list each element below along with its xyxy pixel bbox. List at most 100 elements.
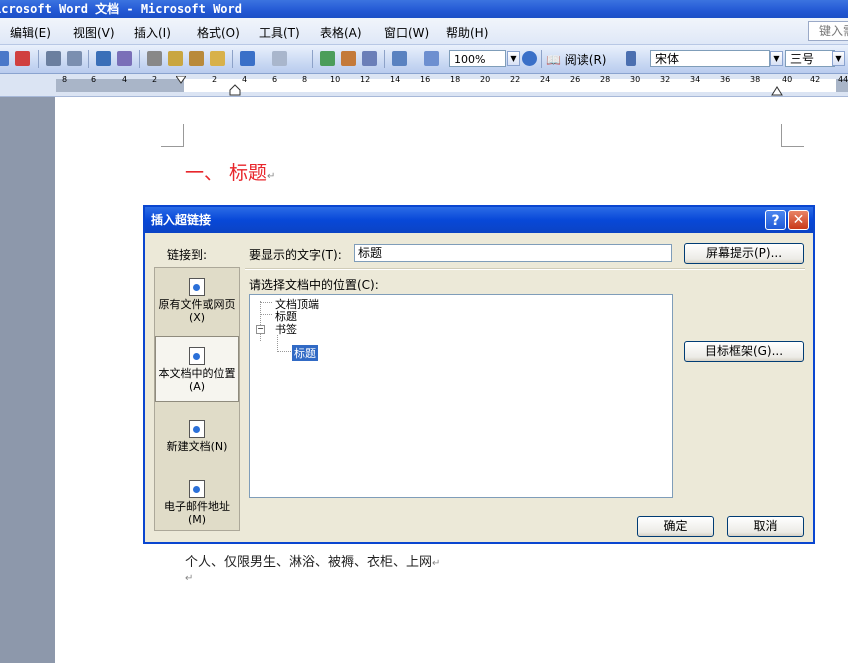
- menu-view[interactable]: 视图(V): [73, 24, 115, 41]
- dialog-title-bar[interactable]: 插入超链接 ? ✕: [145, 207, 813, 233]
- margin-corner-mark: [781, 124, 804, 147]
- screentip-button[interactable]: 屏幕提示(P)...: [684, 243, 804, 264]
- tree-item-bookmarks[interactable]: 书签: [275, 321, 297, 337]
- display-text-input[interactable]: 标题: [354, 244, 672, 262]
- spelling-icon[interactable]: [96, 51, 111, 66]
- insert-table-icon[interactable]: [362, 51, 377, 66]
- link-to-bar: 原有文件或网页(X) 本文档中的位置(A) 新建文档(N) 电子邮件地址(M): [154, 267, 240, 531]
- undo-icon[interactable]: [240, 51, 255, 66]
- ruler-tick: 6: [91, 75, 97, 84]
- ruler-tick: 30: [630, 75, 641, 84]
- ruler-tick: 44: [838, 75, 848, 84]
- ruler-tick: 2: [212, 75, 218, 84]
- ruler-tick: 8: [302, 75, 308, 84]
- empty-paragraph[interactable]: ↵: [185, 573, 193, 584]
- window-title: icrosoft Word 文档 - Microsoft Word: [0, 2, 242, 16]
- redo-icon[interactable]: [272, 51, 287, 66]
- copy-icon[interactable]: [168, 51, 183, 66]
- web-page-icon: [189, 278, 205, 296]
- font-size-select[interactable]: 三号: [785, 50, 835, 67]
- window-title-bar: icrosoft Word 文档 - Microsoft Word: [0, 0, 848, 18]
- permission-icon[interactable]: [15, 51, 30, 66]
- margin-corner-mark: [161, 124, 184, 147]
- paragraph-mark: ↵: [267, 171, 276, 182]
- toolbar-separator: [541, 50, 542, 68]
- tree-line: [277, 351, 291, 352]
- dialog-help-icon[interactable]: ?: [765, 210, 786, 230]
- ruler-tick: 6: [272, 75, 278, 84]
- ruler-tick: 26: [570, 75, 581, 84]
- first-line-indent-marker[interactable]: [176, 76, 186, 85]
- link-to-item-label: 电子邮件地址(M): [164, 500, 230, 526]
- font-dropdown-icon[interactable]: ▼: [770, 51, 783, 66]
- paste-icon[interactable]: [189, 51, 204, 66]
- paragraph-mark: ↵: [432, 558, 441, 569]
- save-icon[interactable]: [0, 51, 9, 66]
- ruler-tick: 40: [782, 75, 793, 84]
- standard-toolbar: 100% ▼ 📖 阅读(R) 宋体 ▼ 三号 ▼: [0, 45, 848, 74]
- ruler-tick: 14: [390, 75, 401, 84]
- zoom-select[interactable]: 100%: [449, 50, 506, 67]
- columns-icon[interactable]: [392, 51, 407, 66]
- drawing-icon[interactable]: [424, 51, 439, 66]
- menu-table[interactable]: 表格(A): [320, 24, 362, 41]
- email-icon: [189, 480, 205, 498]
- hanging-indent-marker[interactable]: [229, 84, 241, 96]
- reading-layout-button[interactable]: 📖 阅读(R): [546, 51, 606, 68]
- tables-borders-icon[interactable]: [341, 51, 356, 66]
- print-preview-icon[interactable]: [67, 51, 82, 66]
- zoom-dropdown-icon[interactable]: ▼: [507, 51, 520, 66]
- ruler-tick: 12: [360, 75, 371, 84]
- link-to-email-address[interactable]: 电子邮件地址(M): [155, 480, 239, 526]
- display-text-label: 要显示的文字(T):: [249, 248, 342, 262]
- tree-line: [260, 314, 272, 315]
- document-body-line[interactable]: 个人、仅限男生、淋浴、被褥、衣柜、上网↵: [185, 551, 440, 570]
- new-document-icon: [189, 420, 205, 438]
- font-name-select[interactable]: 宋体: [650, 50, 770, 67]
- help-search-box[interactable]: 键入需: [808, 21, 848, 41]
- ruler-left-margin: [56, 79, 184, 92]
- menu-edit[interactable]: 编辑(E): [10, 24, 51, 41]
- tree-line: [260, 302, 272, 303]
- link-to-item-label: 新建文档(N): [166, 440, 228, 453]
- ruler-tick: 24: [540, 75, 551, 84]
- menu-window[interactable]: 窗口(W): [384, 24, 429, 41]
- dialog-title: 插入超链接: [151, 213, 212, 227]
- document-heading[interactable]: 一、 标题↵: [185, 158, 275, 185]
- toolbar-separator: [312, 50, 313, 68]
- help-icon[interactable]: [522, 51, 537, 66]
- cut-icon[interactable]: [147, 51, 162, 66]
- dialog-close-icon[interactable]: ✕: [788, 210, 809, 230]
- link-to-place-in-document[interactable]: 本文档中的位置(A): [155, 336, 239, 402]
- toolbar-grip-icon[interactable]: [626, 51, 636, 66]
- ruler-tick: 42: [810, 75, 821, 84]
- ruler-tick: 38: [750, 75, 761, 84]
- link-to-existing-file[interactable]: 原有文件或网页(X): [155, 278, 239, 324]
- menu-format[interactable]: 格式(O): [197, 24, 240, 41]
- body-text: 个人、仅限男生、淋浴、被褥、衣柜、上网: [185, 555, 433, 570]
- research-icon[interactable]: [117, 51, 132, 66]
- menu-help[interactable]: 帮助(H): [446, 24, 488, 41]
- page-left-gutter: [0, 97, 55, 663]
- print-icon[interactable]: [46, 51, 61, 66]
- right-indent-marker[interactable]: [771, 84, 783, 96]
- menu-insert[interactable]: 插入(I): [134, 24, 171, 41]
- tree-item-bookmark-selected[interactable]: 标题: [292, 345, 318, 361]
- link-to-new-document[interactable]: 新建文档(N): [155, 420, 239, 453]
- target-frame-button[interactable]: 目标框架(G)...: [684, 341, 804, 362]
- tree-collapse-icon[interactable]: −: [256, 325, 265, 334]
- cancel-button[interactable]: 取消: [727, 516, 804, 537]
- toolbar-separator: [232, 50, 233, 68]
- menu-tools[interactable]: 工具(T): [259, 24, 300, 41]
- ruler-tick: 4: [122, 75, 128, 84]
- size-dropdown-icon[interactable]: ▼: [832, 51, 845, 66]
- format-painter-icon[interactable]: [210, 51, 225, 66]
- ruler-tick: 32: [660, 75, 671, 84]
- ruler-tick: 36: [720, 75, 731, 84]
- insert-hyperlink-dialog: 插入超链接 ? ✕ 链接到: 原有文件或网页(X) 本文档中的位置(A) 新建文…: [143, 205, 815, 544]
- horizontal-ruler[interactable]: 8 6 4 2 2 4 6 8 10 12 14 16 18 20 22 24 …: [0, 74, 848, 97]
- ruler-tick: 22: [510, 75, 521, 84]
- hyperlink-icon[interactable]: [320, 51, 335, 66]
- document-place-tree[interactable]: 文档顶端 标题 − 书签 标题: [249, 294, 673, 498]
- ok-button[interactable]: 确定: [637, 516, 714, 537]
